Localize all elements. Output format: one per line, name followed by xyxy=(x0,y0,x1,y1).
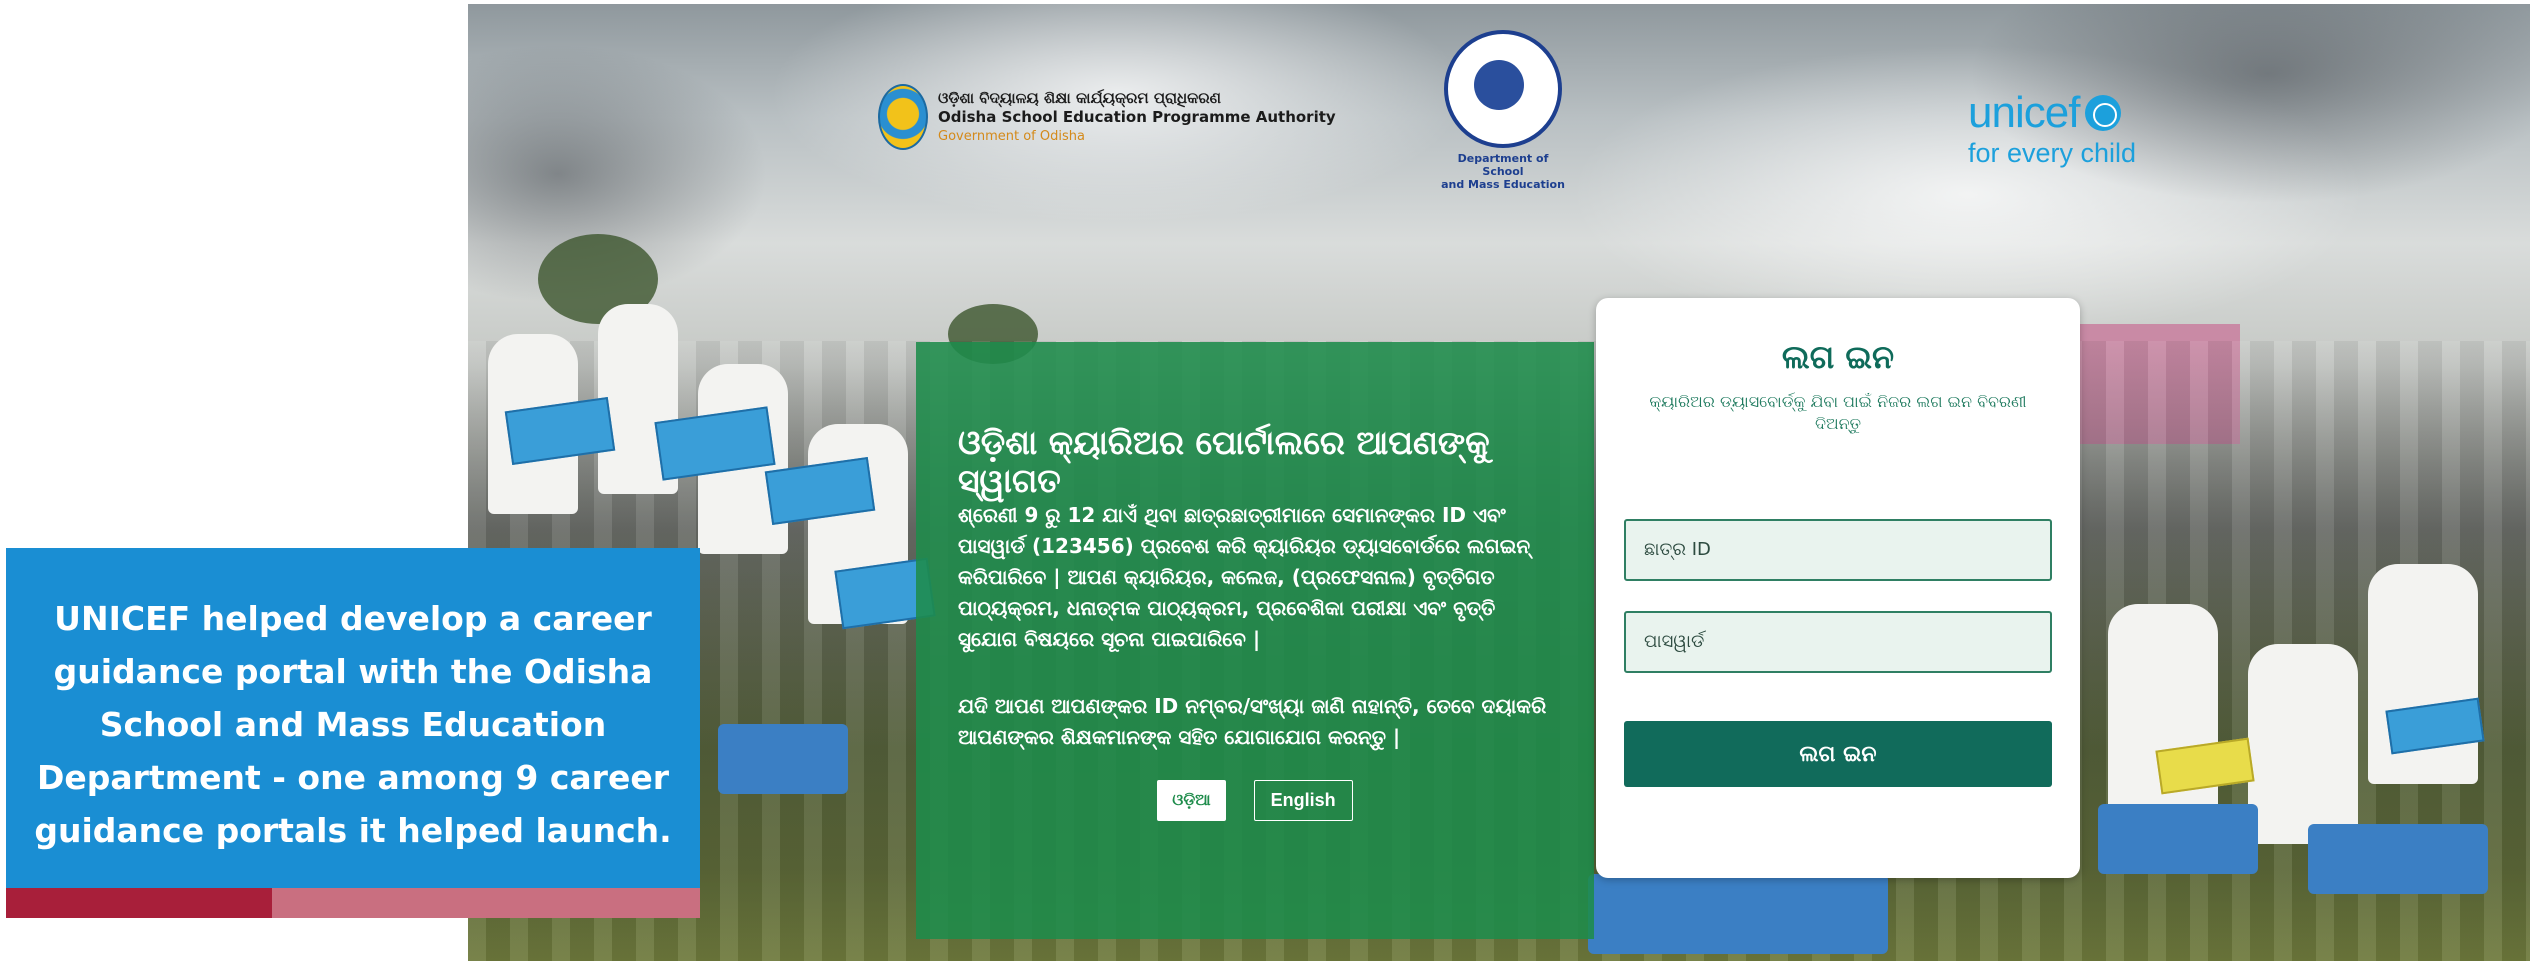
login-title: ଲଗ ଇନ xyxy=(1781,338,1895,376)
welcome-instructions: ଶ୍ରେଣୀ 9 ରୁ 12 ଯାଏଁ ଥିବା ଛାତ୍ରଛାତ୍ରୀମାନେ… xyxy=(958,503,1531,651)
student-figure xyxy=(1588,874,1888,954)
osepa-text: ଓଡ଼ିଶା ବିଦ୍ୟାଳୟ ଶିକ୍ଷା କାର୍ଯ୍ୟକ୍ରମ ପ୍ରାଧ… xyxy=(938,89,1336,146)
student-figure xyxy=(718,724,848,794)
dept-name-line1: Department of School xyxy=(1457,152,1549,178)
language-switcher: ଓଡ଼ିଆ English xyxy=(916,780,1594,821)
student-figure xyxy=(2248,644,2358,844)
unicef-tagline: for every child xyxy=(1968,138,2137,168)
osepa-odia-name: ଓଡ଼ିଶା ବିଦ୍ୟାଳୟ ଶିକ୍ଷା କାର୍ଯ୍ୟକ୍ରମ ପ୍ରାଧ… xyxy=(938,88,1221,107)
osepa-emblem-icon xyxy=(878,84,928,150)
welcome-title: ଓଡ଼ିଶା କ୍ୟାରିଅର ପୋର୍ଟାଲରେ ଆପଣଙ୍କୁ ସ୍ୱାଗତ xyxy=(958,423,1490,500)
student-figure xyxy=(2368,564,2478,784)
osepa-government-label: Government of Odisha xyxy=(938,128,1085,144)
unicef-word: unicef xyxy=(1968,88,2080,137)
language-english-button[interactable]: English xyxy=(1253,780,1353,821)
osepa-english-name: Odisha School Education Programme Author… xyxy=(938,107,1336,126)
welcome-help-text: ଯଦି ଆପଣ ଆପଣଙ୍କର ID ନମ୍ବର/ସଂଖ୍ୟା ଜାଣି ନାହ… xyxy=(958,694,1547,749)
unicef-logo: unicef for every child xyxy=(1968,88,2136,169)
student-id-input[interactable]: ଛାତ୍ର ID xyxy=(1624,519,2052,581)
login-subtitle: କ୍ୟାରିଅର ଡ୍ୟାସବୋର୍ଡ୍‌କୁ ଯିବା ପାଇଁ ନିଜର ଲ… xyxy=(1649,392,2027,433)
password-input[interactable]: ପାସୱାର୍ଡ xyxy=(1624,611,2052,673)
caption-accent-bar xyxy=(6,888,272,918)
login-card: ଲଗ ଇନ କ୍ୟାରିଅର ଡ୍ୟାସବୋର୍ଡ୍‌କୁ ଯିବା ପାଇଁ … xyxy=(1596,298,2080,878)
language-odia-button[interactable]: ଓଡ଼ିଆ xyxy=(1157,780,1226,821)
caption-accent-bar-light xyxy=(272,888,700,918)
student-figure xyxy=(2098,804,2258,874)
dept-name-line2: and Mass Education xyxy=(1441,178,1565,191)
unicef-globe-icon xyxy=(2085,95,2122,131)
odisha-seal-icon xyxy=(1444,30,1562,148)
welcome-panel: ଓଡ଼ିଶା କ୍ୟାରିଅର ପୋର୍ଟାଲରେ ଆପଣଙ୍କୁ ସ୍ୱାଗତ… xyxy=(916,342,1594,939)
student-figure xyxy=(2308,824,2488,894)
unicef-wordmark: unicef xyxy=(1968,88,2136,138)
osepa-logo: ଓଡ଼ିଶା ବିଦ୍ୟାଳୟ ଶିକ୍ଷା କାର୍ଯ୍ୟକ୍ରମ ପ୍ରାଧ… xyxy=(878,84,1336,150)
login-button[interactable]: ଲଗ ଇନ xyxy=(1624,721,2052,787)
portal-screenshot: ଓଡ଼ିଶା ବିଦ୍ୟାଳୟ ଶିକ୍ଷା କାର୍ଯ୍ୟକ୍ରମ ପ୍ରାଧ… xyxy=(468,4,2530,961)
caption-box: UNICEF helped develop a career guidance … xyxy=(6,548,700,888)
dept-logo: Department of School and Mass Education xyxy=(1438,30,1568,191)
caption-text: UNICEF helped develop a career guidance … xyxy=(34,599,672,850)
